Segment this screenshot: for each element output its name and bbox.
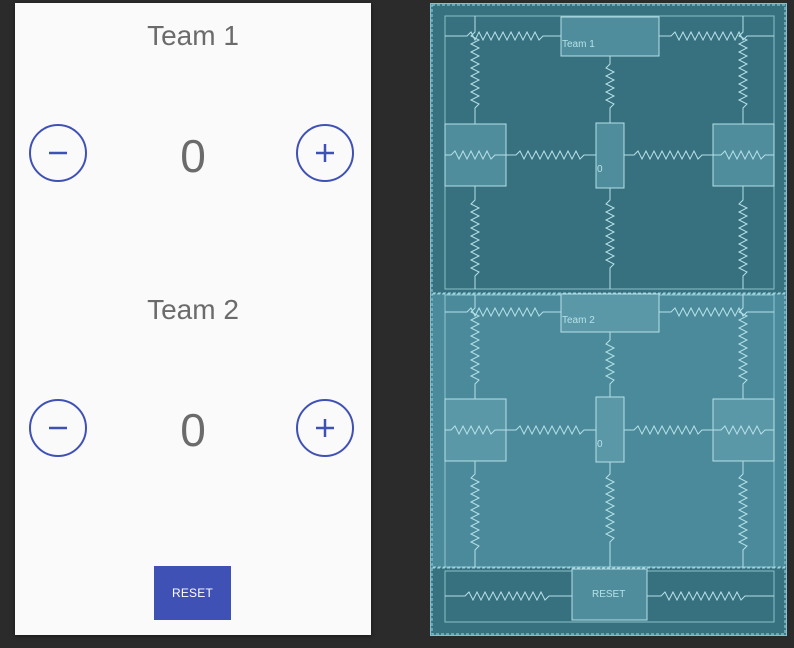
bp-team2-label: Team 2	[562, 315, 595, 326]
design-preview: Team 1 0 Team 2 0 RESET	[15, 3, 371, 635]
plus-icon	[316, 144, 334, 162]
blueprint-preview: Team 1 0 Team 2 0 RESET	[430, 3, 787, 636]
blueprint-constraints	[431, 4, 786, 635]
bp-team1-label: Team 1	[562, 39, 595, 50]
reset-button[interactable]: RESET	[154, 566, 231, 620]
bp-team1-score-box	[595, 122, 625, 189]
team2-increment-button[interactable]	[296, 399, 354, 457]
team2-title: Team 2	[147, 294, 239, 325]
team1-title: Team 1	[147, 20, 239, 51]
team1-increment-button[interactable]	[296, 124, 354, 182]
bp-team2-score-box	[595, 396, 625, 463]
bp-team2-title-box	[560, 293, 660, 333]
bp-team1-title-box	[560, 16, 660, 57]
bp-team1-score: 0	[597, 164, 603, 175]
bp-reset-label: RESET	[592, 589, 626, 600]
plus-icon	[316, 419, 334, 437]
bp-team2-score: 0	[597, 439, 603, 450]
